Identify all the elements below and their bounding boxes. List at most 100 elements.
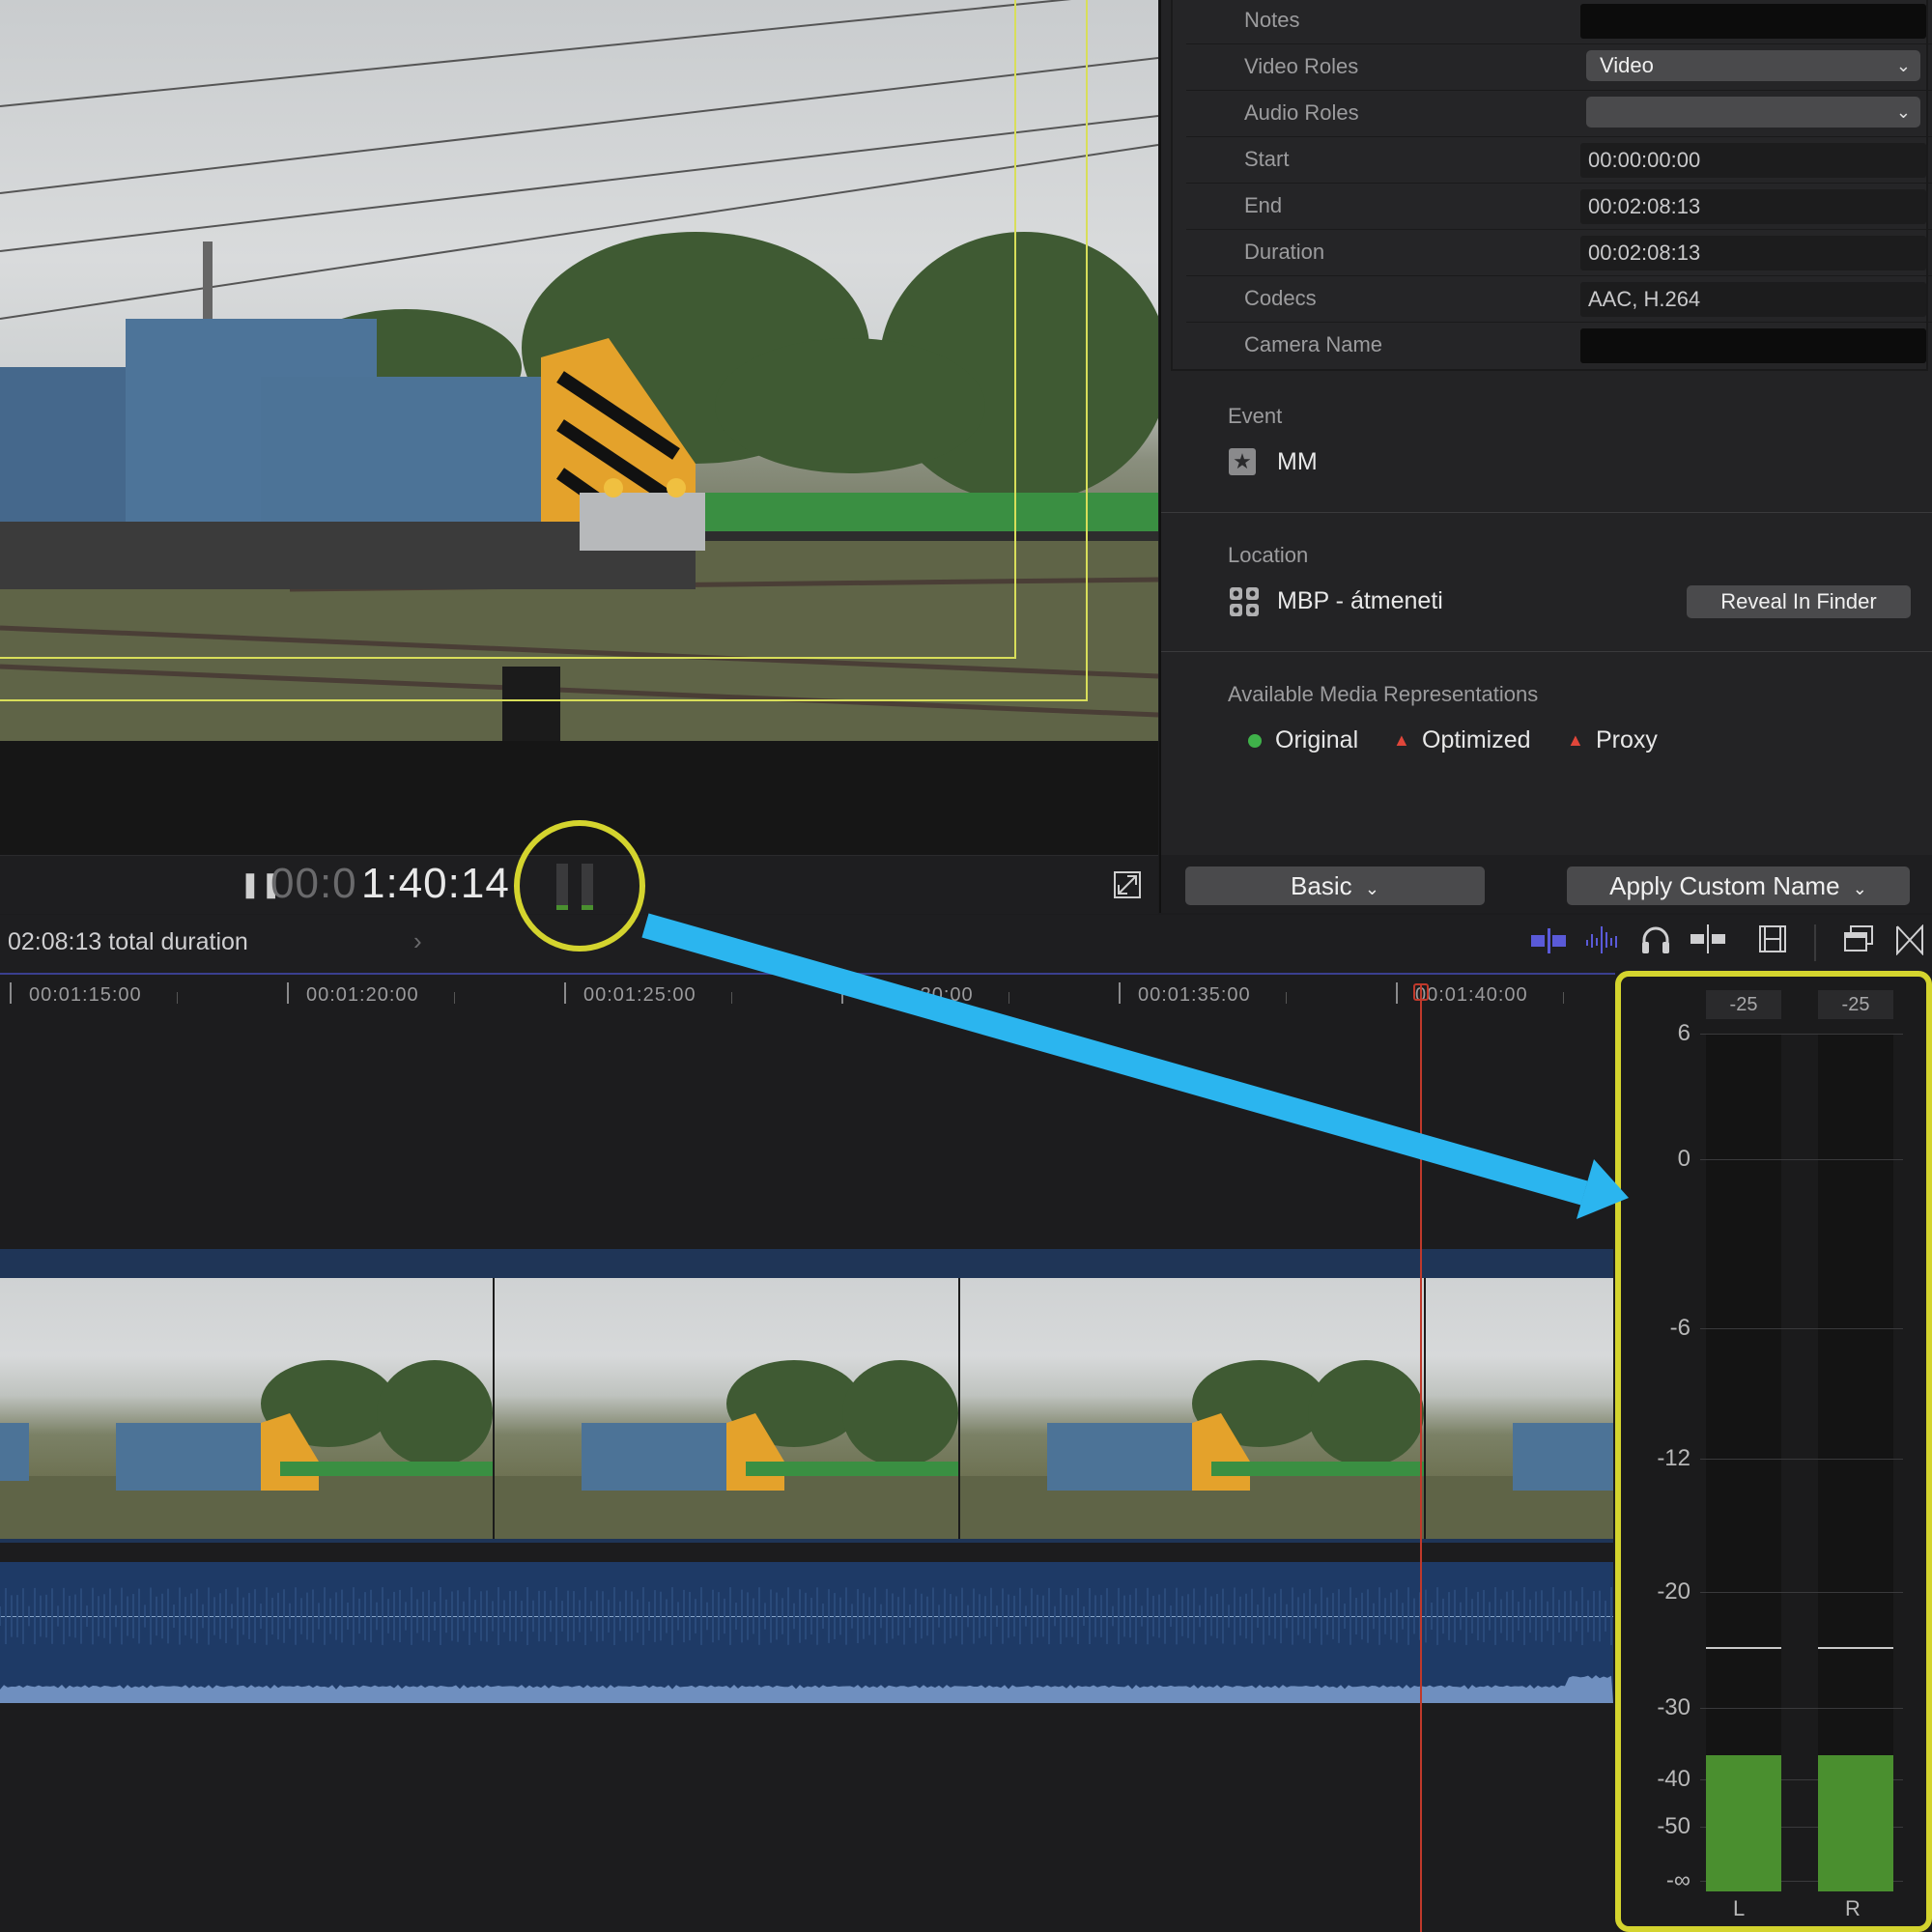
representations-title: Available Media Representations [1228, 682, 1539, 706]
filmstrip-icon[interactable] [1758, 923, 1787, 955]
audio-waveform[interactable] [0, 1562, 1613, 1703]
ruler-label: 00:01:25:00 [583, 984, 696, 1006]
viewer [0, 0, 1158, 855]
codecs-value: AAC, H.264 [1580, 282, 1926, 317]
metadata-view-label: Basic [1291, 871, 1352, 900]
meter-scale-label: -20 [1657, 1578, 1690, 1605]
warning-triangle-icon: ▲ [1567, 730, 1584, 750]
meter-level-right [1818, 1755, 1893, 1891]
clip-thumbnail [960, 1278, 1426, 1539]
duration-label: Duration [1244, 240, 1325, 264]
rep-optimized-label: Optimized [1422, 726, 1531, 753]
meter-gridline [1700, 1159, 1903, 1160]
location-title: Location [1228, 543, 1309, 567]
apply-custom-name-select[interactable]: Apply Custom Name ⌄ [1567, 867, 1910, 905]
meter-scale-label: -50 [1657, 1813, 1690, 1839]
headphones-icon[interactable] [1640, 924, 1671, 955]
video-roles-select[interactable]: Video ⌄ [1586, 50, 1920, 81]
peak-hold-right [1818, 1647, 1893, 1649]
chevron-right-icon[interactable]: › [413, 926, 422, 956]
window-icon[interactable] [1843, 924, 1874, 953]
viewer-transport-bar: ❚❚ 00:0 1:40:14 [0, 855, 1158, 914]
row-camera-name: Camera Name [1186, 323, 1932, 368]
clip-thumbnail [0, 1278, 31, 1539]
audio-roles-label: Audio Roles [1244, 100, 1359, 125]
row-start: Start 00:00:00:00 [1186, 137, 1932, 184]
meter-scale-label: -12 [1657, 1445, 1690, 1471]
expand-icon[interactable] [1113, 870, 1142, 899]
notes-label: Notes [1244, 8, 1300, 32]
meter-gridline [1700, 1328, 1903, 1329]
video-roles-value: Video [1600, 53, 1654, 77]
peak-hold-left [1706, 1647, 1781, 1649]
clip-thumbnail [495, 1278, 960, 1539]
start-label: Start [1244, 147, 1290, 171]
timecode-leading: 00:0 [270, 860, 357, 907]
divider [1161, 512, 1932, 513]
event-title: Event [1228, 404, 1283, 428]
meter-gridline [1700, 1034, 1903, 1035]
divider [1161, 651, 1932, 652]
clip-thumbnail [1426, 1278, 1613, 1539]
mini-meter-left[interactable] [556, 864, 568, 910]
end-label: End [1244, 193, 1283, 217]
clip-title-bar[interactable] [0, 1249, 1613, 1278]
video-roles-label: Video Roles [1244, 54, 1359, 78]
row-end: End 00:02:08:13 [1186, 184, 1932, 230]
metadata-table: Notes Video Roles Video ⌄ Audio Roles ⌄ … [1171, 0, 1932, 371]
row-codecs: Codecs AAC, H.264 [1186, 276, 1932, 323]
codecs-label: Codecs [1244, 286, 1317, 310]
meter-gridline [1700, 1459, 1903, 1460]
end-value: 00:02:08:13 [1580, 189, 1926, 224]
channel-label-right: R [1845, 1896, 1861, 1920]
ruler-label: 00:01:40:00 [1415, 984, 1528, 1006]
info-inspector: Notes Video Roles Video ⌄ Audio Roles ⌄ … [1159, 0, 1932, 855]
audio-roles-select[interactable]: ⌄ [1586, 97, 1920, 128]
status-dot-icon [1248, 734, 1262, 748]
row-audio-roles: Audio Roles ⌄ [1186, 91, 1932, 137]
rep-original-label: Original [1275, 726, 1359, 753]
ruler-label: 00:01:20:00 [306, 984, 419, 1006]
transitions-icon[interactable] [1895, 924, 1924, 955]
audio-skimming-icon[interactable] [1584, 924, 1621, 955]
clip-thumbnail [29, 1278, 495, 1539]
inspector-footer: Basic ⌄ Apply Custom Name ⌄ [1159, 855, 1932, 913]
meter-level-left [1706, 1755, 1781, 1891]
location-name: MBP - átmeneti [1277, 587, 1443, 614]
meter-gridline [1700, 1708, 1903, 1709]
row-duration: Duration 00:02:08:13 [1186, 230, 1932, 276]
notes-field[interactable] [1580, 4, 1926, 39]
camera-name-field[interactable] [1580, 328, 1926, 363]
playhead[interactable] [1413, 983, 1429, 1932]
timeline-ruler[interactable]: 00:01:15:00 00:01:20:00 00:01:25:00 00:0… [0, 975, 1613, 1023]
reveal-in-finder-button[interactable]: Reveal In Finder [1687, 585, 1911, 618]
event-name: MM [1277, 448, 1318, 475]
channel-label-left: L [1733, 1896, 1746, 1920]
meter-scale-label: -40 [1657, 1766, 1690, 1792]
chevron-down-icon: ⌄ [1895, 56, 1911, 75]
chevron-down-icon: ⌄ [1895, 102, 1911, 122]
clip-appearance-icon[interactable] [1531, 926, 1568, 955]
ruler-label: 00:01:15:00 [29, 984, 142, 1006]
duration-value: 00:02:08:13 [1580, 236, 1926, 270]
row-video-roles: Video Roles Video ⌄ [1186, 44, 1932, 91]
snapping-icon[interactable] [1689, 923, 1727, 955]
audio-meters-panel: -25 -25 6 0 -6 -12 -20 -30 -40 -50 -∞ L R [1615, 971, 1932, 1932]
mini-meter-right[interactable] [582, 864, 593, 910]
row-notes: Notes [1186, 0, 1932, 44]
video-clip-filmstrip[interactable] [0, 1278, 1613, 1543]
divider [1814, 924, 1816, 961]
star-icon: ★ [1229, 448, 1256, 475]
video-frame [0, 0, 1158, 741]
meter-scale-label: -30 [1657, 1694, 1690, 1720]
metadata-view-select[interactable]: Basic ⌄ [1185, 867, 1485, 905]
meter-gridline [1700, 1592, 1903, 1593]
warning-triangle-icon: ▲ [1393, 730, 1410, 750]
meter-scale-label: -6 [1669, 1315, 1690, 1341]
timecode-display[interactable]: 1:40:14 [361, 860, 510, 908]
library-icon [1230, 587, 1259, 616]
rep-proxy-label: Proxy [1596, 726, 1658, 753]
meter-scale-label: -∞ [1665, 1867, 1690, 1893]
chevron-down-icon: ⌄ [1364, 879, 1379, 898]
meter-scale-label: 0 [1677, 1146, 1690, 1172]
